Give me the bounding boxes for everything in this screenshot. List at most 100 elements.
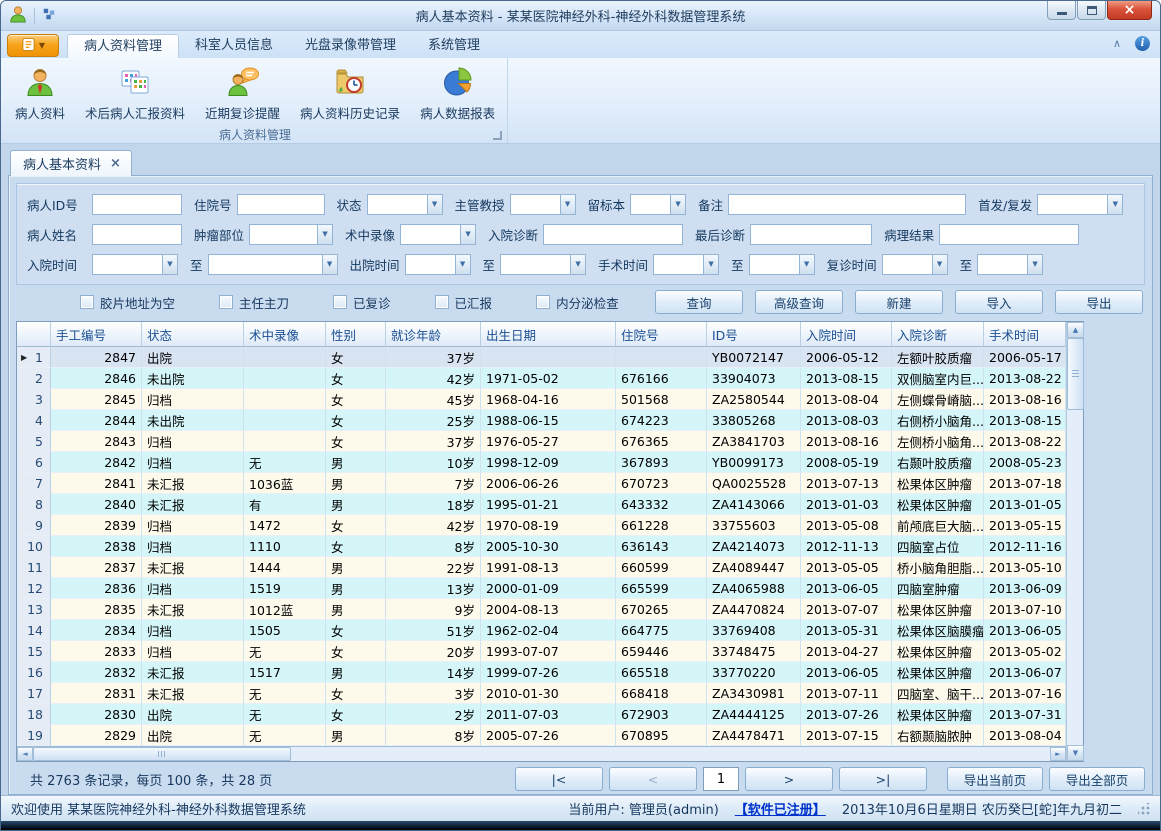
first-or-recurrence-combobox[interactable]: ▼ [1037, 194, 1123, 215]
table-row[interactable]: 122836归档1519男13岁2000-01-09665599ZA406598… [17, 578, 1066, 599]
column-header-age-at-visit[interactable]: 就诊年龄 [386, 322, 481, 347]
vertical-scrollbar[interactable]: ▲ ▼ [1066, 322, 1083, 761]
chevron-down-icon[interactable]: ▼ [560, 194, 576, 215]
column-header-admission-diagnosis[interactable]: 入院诊断 [892, 322, 984, 347]
admission-date-from-combobox[interactable]: ▼ [92, 254, 178, 275]
ribbon-button-patient-data-history[interactable]: 病人资料历史记录 [290, 61, 410, 126]
followup-date-to-combobox[interactable]: ▼ [977, 254, 1043, 275]
chevron-down-icon[interactable]: ▼ [317, 224, 333, 245]
table-row[interactable]: 132835未汇报1012蓝男9岁2004-08-13670265ZA44708… [17, 599, 1066, 620]
chevron-down-icon[interactable]: ▼ [570, 254, 586, 275]
chevron-down-icon[interactable]: ▼ [1107, 194, 1123, 215]
new-button[interactable]: 新建 [855, 290, 943, 314]
app-menu-button[interactable]: ▼ [7, 34, 59, 57]
ribbon-button-recent-followup-reminder[interactable]: 近期复诊提醒 [195, 61, 290, 126]
query-button[interactable]: 查询 [655, 290, 743, 314]
minimize-button[interactable] [1047, 1, 1076, 20]
checkbox-endocrine-exam[interactable]: 内分泌检查 [536, 293, 619, 312]
column-header-birth-date[interactable]: 出生日期 [481, 322, 616, 347]
chevron-down-icon[interactable]: ▼ [162, 254, 178, 275]
patient-name-input[interactable] [92, 224, 182, 245]
surgery-date-to-combobox[interactable]: ▼ [749, 254, 815, 275]
chevron-down-icon[interactable]: ▼ [1027, 254, 1043, 275]
ribbon-tab-system-management[interactable]: 系统管理 [412, 34, 496, 58]
ribbon-button-patient-data[interactable]: 病人资料 [5, 61, 75, 126]
chief-professor-combobox[interactable]: ▼ [510, 194, 576, 215]
ribbon-tab-department-staff-info[interactable]: 科室人员信息 [179, 34, 289, 58]
import-button[interactable]: 导入 [955, 290, 1043, 314]
vertical-scroll-thumb[interactable] [1067, 338, 1084, 410]
export-button[interactable]: 导出 [1055, 290, 1143, 314]
column-header-status[interactable]: 状态 [142, 322, 244, 347]
advanced-query-button[interactable]: 高级查询 [755, 290, 843, 314]
table-row[interactable]: 22846未出院女42岁1971-05-02676166339040732013… [17, 368, 1066, 389]
close-button[interactable]: × [1107, 1, 1152, 20]
checkbox-reported[interactable]: 已汇报 [435, 293, 493, 312]
column-header-surgery-date[interactable]: 手术时间 [984, 322, 1066, 347]
ribbon-collapse-icon[interactable]: ∧ [1113, 37, 1121, 50]
tab-patient-basic-data[interactable]: 病人基本资料 × [10, 150, 132, 176]
table-row[interactable]: 192829出院无男8岁2005-07-26670895ZA4478471201… [17, 725, 1066, 746]
table-row[interactable]: 42844未出院女25岁1988-06-15674223338052682013… [17, 410, 1066, 431]
final-diagnosis-input[interactable] [750, 224, 872, 245]
license-status-link[interactable]: 【软件已注册】 [735, 799, 826, 818]
table-row[interactable]: 62842归档无男10岁1998-12-09367893YB0099173200… [17, 452, 1066, 473]
ribbon-button-postop-report-data[interactable]: 术后病人汇报资料 [75, 61, 195, 126]
table-row[interactable]: 142834归档1505女51岁1962-02-0466477533769408… [17, 620, 1066, 641]
table-row[interactable]: 102838归档1110女8岁2005-10-30636143ZA4214073… [17, 536, 1066, 557]
chevron-down-icon[interactable]: ▼ [322, 254, 338, 275]
export-all-pages-button[interactable]: 导出全部页 [1049, 767, 1145, 791]
chevron-down-icon[interactable]: ▼ [670, 194, 686, 215]
column-header-row-selector[interactable] [17, 322, 51, 347]
horizontal-scrollbar[interactable]: ◄ ► [17, 746, 1066, 761]
column-header-admission-number[interactable]: 住院号 [616, 322, 707, 347]
scroll-left-icon[interactable]: ◄ [17, 747, 33, 761]
surgery-date-from-combobox[interactable]: ▼ [653, 254, 719, 275]
table-row[interactable]: 162832未汇报1517男14岁1999-07-266655183377022… [17, 662, 1066, 683]
surgery-video-filter-combobox[interactable]: ▼ [400, 224, 476, 245]
ribbon-tab-patient-data-management[interactable]: 病人资料管理 [67, 34, 179, 58]
remarks-input[interactable] [728, 194, 966, 215]
ribbon-button-patient-data-report[interactable]: 病人数据报表 [410, 61, 505, 126]
table-row[interactable]: 172831未汇报无女3岁2010-01-30668418ZA343098120… [17, 683, 1066, 704]
followup-date-from-combobox[interactable]: ▼ [882, 254, 948, 275]
specimen-kept-combobox[interactable]: ▼ [630, 194, 686, 215]
table-row[interactable]: 182830出院无女2岁2011-07-03672903ZA4444125201… [17, 704, 1066, 725]
admission-number-input[interactable] [237, 194, 325, 215]
table-row[interactable]: 52843归档女37岁1976-05-27676365ZA38417032013… [17, 431, 1066, 452]
checkbox-film-address-empty[interactable]: 胶片地址为空 [80, 293, 175, 312]
maximize-button[interactable] [1077, 1, 1106, 20]
discharge-date-from-combobox[interactable]: ▼ [405, 254, 471, 275]
chevron-down-icon[interactable]: ▼ [799, 254, 815, 275]
status-combobox[interactable]: ▼ [367, 194, 443, 215]
chevron-down-icon[interactable]: ▼ [455, 254, 471, 275]
column-header-surgery-video[interactable]: 术中录像 [244, 322, 326, 347]
admission-diagnosis-filter-input[interactable] [543, 224, 683, 245]
table-row[interactable]: 32845归档女45岁1968-04-16501568ZA25805442013… [17, 389, 1066, 410]
scroll-up-icon[interactable]: ▲ [1067, 322, 1084, 338]
export-current-page-button[interactable]: 导出当前页 [947, 767, 1043, 791]
table-row[interactable]: 82840未汇报有男18岁1995-01-21643332ZA414306620… [17, 494, 1066, 515]
table-row[interactable]: 1▶2847出院女37岁YB00721472006-05-12左额叶胶质瘤200… [17, 347, 1066, 368]
table-row[interactable]: 112837未汇报1444男22岁1991-08-13660599ZA40894… [17, 557, 1066, 578]
quick-access-icon[interactable] [42, 7, 56, 24]
chevron-down-icon[interactable]: ▼ [932, 254, 948, 275]
first-page-button[interactable]: |< [515, 767, 603, 791]
chevron-down-icon[interactable]: ▼ [460, 224, 476, 245]
last-page-button[interactable]: >| [839, 767, 927, 791]
table-row[interactable]: 92839归档1472女42岁1970-08-19661228337556032… [17, 515, 1066, 536]
scroll-right-icon[interactable]: ► [1050, 747, 1066, 761]
patient-id-input[interactable] [92, 194, 182, 215]
tab-close-icon[interactable]: × [110, 157, 121, 170]
checkbox-chief-surgeon[interactable]: 主任主刀 [219, 293, 289, 312]
dialog-launcher-icon[interactable] [493, 131, 502, 140]
next-page-button[interactable]: > [745, 767, 833, 791]
table-row[interactable]: 72841未汇报1036蓝男7岁2006-06-26670723QA002552… [17, 473, 1066, 494]
column-header-manual-number[interactable]: 手工编号 [51, 322, 142, 347]
pathology-result-input[interactable] [939, 224, 1079, 245]
prev-page-button[interactable]: < [609, 767, 697, 791]
tumor-site-combobox[interactable]: ▼ [249, 224, 333, 245]
column-header-admission-date[interactable]: 入院时间 [801, 322, 892, 347]
chevron-down-icon[interactable]: ▼ [703, 254, 719, 275]
table-row[interactable]: 152833归档无女20岁1993-07-0765944633748475201… [17, 641, 1066, 662]
